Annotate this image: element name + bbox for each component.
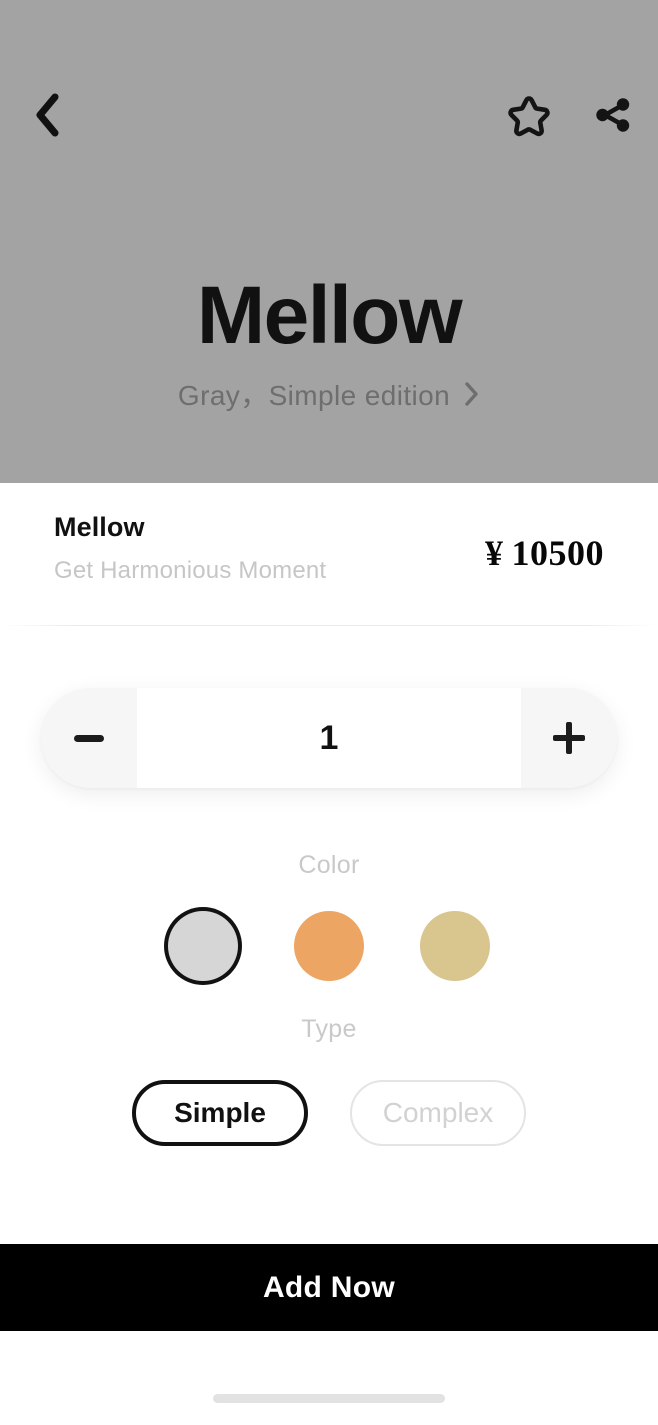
decrease-quantity-button[interactable] <box>41 688 137 788</box>
product-detail-screen: Mellow Gray，Simple edition Mellow Get Ha… <box>0 0 658 1425</box>
color-swatch-tan[interactable] <box>420 911 490 981</box>
back-button[interactable] <box>24 93 70 142</box>
plus-icon <box>553 722 585 754</box>
quantity-stepper: 1 <box>41 688 617 788</box>
product-summary: Mellow Get Harmonious Moment ¥10500 <box>0 512 658 585</box>
product-tagline: Get Harmonious Moment <box>54 557 327 584</box>
section-divider <box>0 625 658 626</box>
chevron-right-icon <box>464 381 480 407</box>
quantity-input[interactable]: 1 <box>137 688 521 788</box>
product-name: Mellow <box>54 512 145 542</box>
hero-title-block: Mellow Gray，Simple edition <box>0 268 658 414</box>
color-swatch-orange[interactable] <box>294 911 364 981</box>
favorite-button[interactable] <box>506 94 552 140</box>
color-swatch-gray[interactable] <box>168 911 238 981</box>
hero-action-group <box>506 94 636 140</box>
product-text-block: Mellow Get Harmonious Moment <box>54 512 326 585</box>
hero-subtitle-label: Gray，Simple edition <box>177 380 451 411</box>
hero-toolbar <box>0 92 658 142</box>
increase-quantity-button[interactable] <box>521 688 617 788</box>
star-outline-icon <box>506 92 552 143</box>
price-value: 10500 <box>511 533 604 573</box>
add-now-button[interactable]: Add Now <box>0 1244 658 1331</box>
home-indicator[interactable] <box>213 1394 445 1403</box>
hero-title: Mellow <box>196 270 463 361</box>
product-price: ¥10500 <box>485 512 604 574</box>
type-section-label: Type <box>301 1015 357 1043</box>
type-option-simple[interactable]: Simple <box>132 1080 308 1146</box>
currency-symbol: ¥ <box>485 533 504 573</box>
add-now-label: Add Now <box>262 1270 396 1304</box>
color-section-label: Color <box>298 851 360 879</box>
hero-variant-link[interactable]: Gray，Simple edition <box>178 374 480 414</box>
type-choice-group: Simple Complex <box>0 1080 658 1146</box>
color-swatch-group <box>0 911 658 981</box>
hero-banner: Mellow Gray，Simple edition <box>0 0 658 483</box>
type-option-complex[interactable]: Complex <box>350 1080 526 1146</box>
share-button[interactable] <box>590 94 636 140</box>
share-icon <box>591 93 635 142</box>
chevron-left-icon <box>34 93 60 142</box>
minus-icon <box>74 734 104 742</box>
